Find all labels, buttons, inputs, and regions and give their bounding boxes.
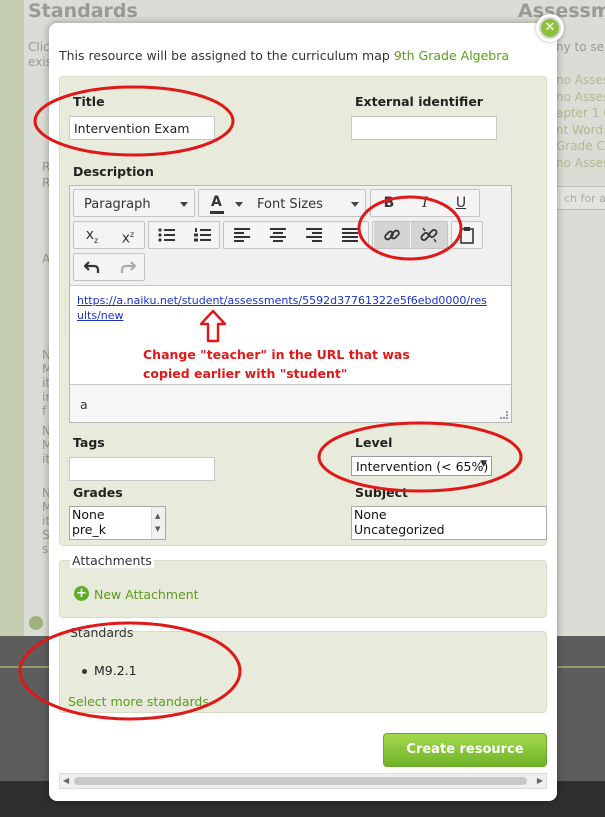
close-icon: ✕	[541, 19, 559, 37]
external-identifier-label: External identifier	[355, 94, 483, 109]
editor-toolbar: Paragraph A Font Sizes B I U xz xz	[70, 186, 511, 286]
align-center-icon	[270, 228, 286, 242]
background-plus-icon	[29, 616, 43, 630]
chevron-left-icon[interactable]: ◀	[63, 776, 69, 785]
title-input[interactable]: Intervention Exam	[69, 116, 215, 140]
link-icon	[384, 229, 400, 241]
plus-circle-icon[interactable]: +	[74, 586, 89, 601]
chevron-right-icon[interactable]: ▶	[537, 776, 543, 785]
grades-listbox[interactable]: None pre_k ▲ ▼	[69, 506, 166, 540]
subject-option[interactable]: Uncategorized	[352, 522, 546, 537]
editor-status-bar: a	[70, 384, 511, 422]
annotation-up-arrow-icon	[199, 309, 227, 343]
align-right-icon	[306, 228, 322, 242]
background-standards-title: Standards	[28, 0, 138, 22]
bullet-list-button[interactable]	[149, 222, 185, 248]
bold-button[interactable]: B	[371, 190, 407, 216]
standards-label: Standards	[70, 625, 134, 640]
level-label: Level	[355, 435, 393, 450]
description-label: Description	[73, 164, 154, 179]
paste-group	[451, 221, 483, 249]
script-group: xz xz	[73, 221, 145, 249]
description-editor: Paragraph A Font Sizes B I U xz xz https…	[69, 185, 512, 423]
assessment-url-link[interactable]: https://a.naiku.net/student/assessments/…	[77, 293, 487, 323]
redo-button[interactable]	[110, 254, 146, 280]
subject-listbox[interactable]: None Uncategorized	[351, 506, 547, 540]
align-justify-icon	[342, 228, 358, 242]
title-label: Title	[73, 94, 105, 109]
numbered-list-button[interactable]	[185, 222, 221, 248]
subject-label: Subject	[355, 485, 408, 500]
alignment-group	[223, 221, 369, 249]
history-group	[73, 253, 145, 281]
background-assessment-list: no Asses no Asses apter 1 G nt Word T Gr…	[556, 73, 605, 170]
insert-link-button[interactable]	[374, 222, 410, 248]
select-more-standards-link[interactable]: Select more standards	[68, 694, 209, 709]
numbered-list-icon	[194, 228, 211, 242]
external-identifier-input[interactable]	[351, 116, 497, 140]
editor-content-area[interactable]: https://a.naiku.net/student/assessments/…	[70, 287, 511, 383]
undo-icon	[83, 261, 100, 273]
align-justify-button[interactable]	[332, 222, 368, 248]
list-group	[148, 221, 220, 249]
background-assessments-title: Assessme	[518, 0, 605, 22]
font-color-icon: A	[211, 194, 222, 210]
attachments-label: Attachments	[70, 553, 154, 568]
close-modal-button[interactable]: ✕	[536, 14, 564, 42]
undo-button[interactable]	[74, 254, 110, 280]
grades-scrollbar[interactable]: ▲ ▼	[151, 507, 165, 539]
underline-button[interactable]: U	[443, 190, 479, 216]
resize-handle-icon[interactable]	[500, 411, 508, 419]
superscript-button[interactable]: xz	[110, 222, 146, 248]
background-search-input: ch for as	[553, 186, 605, 210]
background-left-bar	[0, 0, 24, 640]
bullet-list-icon	[158, 228, 175, 242]
chevron-down-icon: ▼	[480, 459, 487, 469]
unlink-button[interactable]	[411, 222, 447, 248]
tags-input[interactable]	[69, 457, 215, 481]
font-sizes-select[interactable]: Font Sizes	[249, 190, 365, 216]
tags-label: Tags	[73, 435, 105, 450]
new-attachment-link[interactable]: New Attachment	[94, 587, 199, 602]
create-resource-button[interactable]: Create resource	[383, 733, 547, 767]
subscript-button[interactable]: xz	[74, 222, 110, 248]
paragraph-format-select[interactable]: Paragraph	[73, 189, 195, 217]
element-path[interactable]: a	[80, 397, 88, 412]
curriculum-map-link[interactable]: 9th Grade Algebra	[394, 48, 509, 63]
font-color-button[interactable]: A	[203, 190, 247, 216]
clipboard-icon	[460, 227, 474, 244]
level-select[interactable]: Intervention (< 65%) ▼	[351, 456, 492, 476]
align-left-icon	[234, 228, 250, 242]
link-group	[372, 221, 448, 249]
text-style-group: B I U	[370, 189, 480, 217]
standard-item: M9.2.1	[82, 663, 137, 678]
annotation-instruction: Change "teacher" in the URL that was cop…	[143, 347, 410, 381]
font-controls-group: A Font Sizes	[198, 189, 366, 217]
scrollbar-thumb[interactable]	[74, 777, 527, 785]
curriculum-assign-notice: This resource will be assigned to the cu…	[59, 48, 510, 63]
align-center-button[interactable]	[260, 222, 296, 248]
align-right-button[interactable]	[296, 222, 332, 248]
chevron-down-icon[interactable]: ▼	[155, 522, 160, 537]
italic-button[interactable]: I	[407, 190, 443, 216]
redo-icon	[120, 261, 137, 273]
paste-button[interactable]	[452, 222, 482, 248]
background-right-text: ny to se	[556, 40, 605, 54]
grades-label: Grades	[73, 485, 123, 500]
horizontal-scrollbar[interactable]: ◀ ▶	[59, 773, 547, 789]
unlink-icon	[420, 227, 438, 243]
align-left-button[interactable]	[224, 222, 260, 248]
subject-option[interactable]: None	[352, 507, 546, 522]
